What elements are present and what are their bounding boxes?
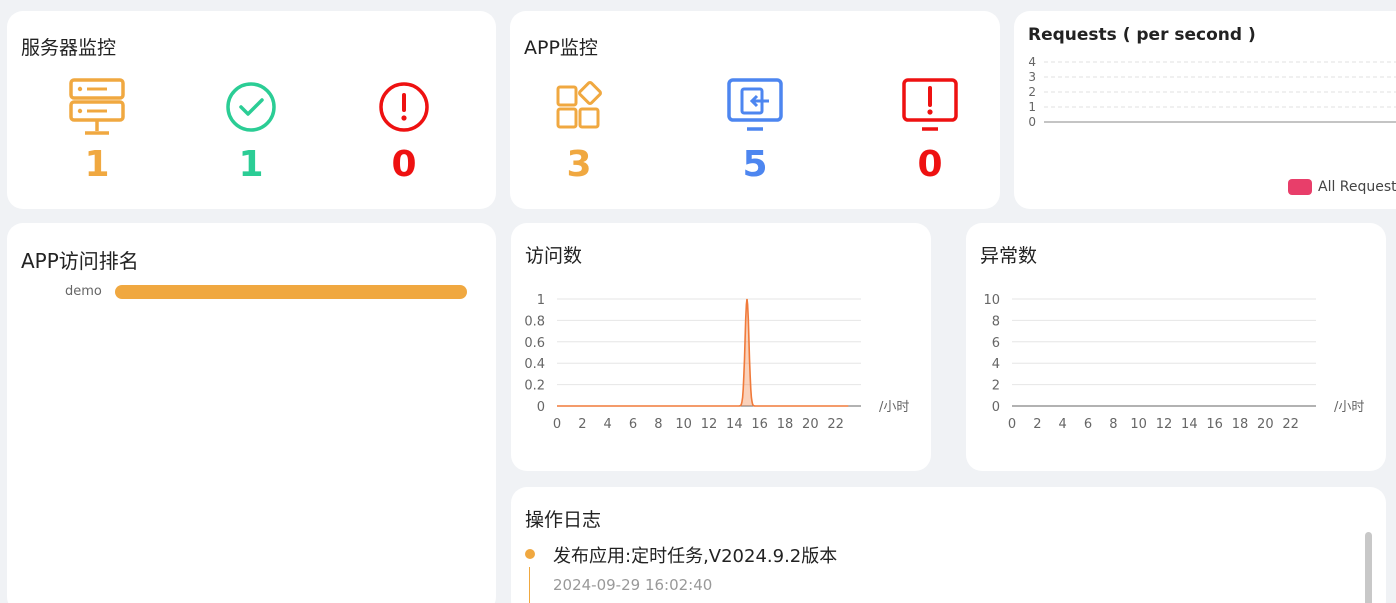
app-ranking-title: APP访问排名 [21,249,139,273]
log-entry-dot [525,549,535,559]
app-alert-stat[interactable]: 0 [890,77,970,185]
visits-x-tick: 20 [802,417,819,432]
server-healthy-count: 1 [238,144,264,185]
requests-card: Requests ( per second ) 4 3 2 1 0 All Re… [1014,11,1396,209]
visits-x-tick: 22 [827,417,844,432]
legend-label: All Request [1318,179,1396,195]
app-grid-icon [556,81,602,129]
errors-x-tick: 2 [1033,417,1041,432]
errors-y-tick: 6 [992,336,1000,351]
errors-y-tick: 4 [992,357,1000,372]
server-monitor-title: 服务器监控 [21,37,117,59]
requests-chart: 4 3 2 1 0 [1028,55,1396,129]
server-total-stat[interactable]: 1 [57,77,137,185]
errors-x-tick: 6 [1084,417,1092,432]
errors-x-tick: 22 [1282,417,1299,432]
errors-x-tick: 8 [1109,417,1117,432]
operation-log-card: 操作日志 发布应用:定时任务,V2024.9.2版本 2024-09-29 16… [511,487,1386,603]
app-total-stat[interactable]: 3 [539,77,619,185]
app-monitor-card: APP监控 3 5 0 [510,11,1000,209]
errors-x-tick: 12 [1156,417,1173,432]
server-alert-stat[interactable]: 0 [364,77,444,185]
requests-title: Requests ( per second ) [1028,25,1256,45]
ranking-item-label: demo [65,284,102,299]
errors-card: 异常数 10 8 6 4 2 0 0 2 4 6 8 10 12 14 16 18 20 22/小时 [966,223,1386,471]
app-total-count: 3 [566,144,592,185]
errors-x-tick: 14 [1181,417,1198,432]
app-monitor-title: APP监控 [524,37,598,59]
log-scrollbar[interactable] [1365,532,1372,603]
requests-y-tick: 3 [1028,70,1036,84]
app-online-count: 5 [742,144,768,185]
monitor-alert-icon [902,78,958,131]
errors-unit-label: /小时 [1334,400,1364,415]
visits-x-tick: 12 [701,417,718,432]
errors-x-tick: 18 [1232,417,1249,432]
visits-unit-label: /小时 [879,400,909,415]
visits-chart: 1 0.8 0.6 0.4 0.2 00 2 4 6 8 10 12 14 16 18 20 22/小时 [524,293,909,432]
app-online-stat[interactable]: 5 [715,77,795,185]
errors-x-tick: 4 [1059,417,1067,432]
log-timeline-line [529,567,530,603]
errors-chart: 10864200 2 4 6 8 10 12 14 16 18 20 22/小时 [983,293,1364,432]
errors-y-tick: 10 [983,293,1000,308]
log-entry-time: 2024-09-29 16:02:40 [553,576,713,594]
ranking-item-bar[interactable] [115,285,467,299]
visits-y-tick: 1 [537,293,545,308]
errors-y-tick: 2 [992,379,1000,394]
visits-area [557,299,849,406]
server-alert-count: 0 [391,144,417,185]
server-icon [69,78,125,135]
visits-y-tick: 0.6 [524,336,545,351]
errors-y-tick: 8 [992,314,1000,329]
visits-x-tick: 4 [604,417,612,432]
app-ranking-card: APP访问排名 demo [7,223,496,603]
visits-x-tick: 14 [726,417,743,432]
server-total-count: 1 [84,144,110,185]
visits-x-tick: 8 [654,417,662,432]
visits-y-tick: 0 [537,400,545,415]
visits-y-tick: 0.8 [524,314,545,329]
errors-x-tick: 16 [1206,417,1223,432]
log-entry-text[interactable]: 发布应用:定时任务,V2024.9.2版本 [553,542,837,568]
visits-x-tick: 10 [675,417,692,432]
requests-y-tick: 1 [1028,100,1036,114]
errors-x-tick: 20 [1257,417,1274,432]
requests-y-tick: 4 [1028,55,1036,69]
visits-x-tick: 6 [629,417,637,432]
requests-y-tick: 0 [1028,115,1036,129]
visits-x-tick: 0 [553,417,561,432]
app-alert-count: 0 [917,144,943,185]
requests-y-ticks: 4 3 2 1 0 [1028,55,1036,129]
visits-y-tick: 0.2 [524,379,545,394]
requests-legend[interactable]: All Request [1288,179,1396,195]
visits-x-tick: 2 [578,417,586,432]
operation-log-title: 操作日志 [525,509,602,531]
server-healthy-stat[interactable]: 1 [211,77,291,185]
errors-y-tick: 0 [992,400,1000,415]
errors-x-tick: 0 [1008,417,1016,432]
legend-swatch [1288,179,1312,195]
visits-line [557,298,849,407]
server-monitor-card: 服务器监控 1 1 0 [7,11,496,209]
alert-circle-icon [379,82,429,132]
visits-y-tick: 0.4 [524,357,545,372]
check-circle-icon [226,82,276,132]
requests-y-tick: 2 [1028,85,1036,99]
errors-x-tick: 10 [1130,417,1147,432]
visits-x-tick: 18 [777,417,794,432]
visits-x-tick: 16 [751,417,768,432]
visits-card: 访问数 1 0.8 0.6 0.4 0.2 0 0 2 4 6 8 10 12 14 16 18 20 22/小时 [511,223,931,471]
monitor-login-icon [727,78,783,131]
